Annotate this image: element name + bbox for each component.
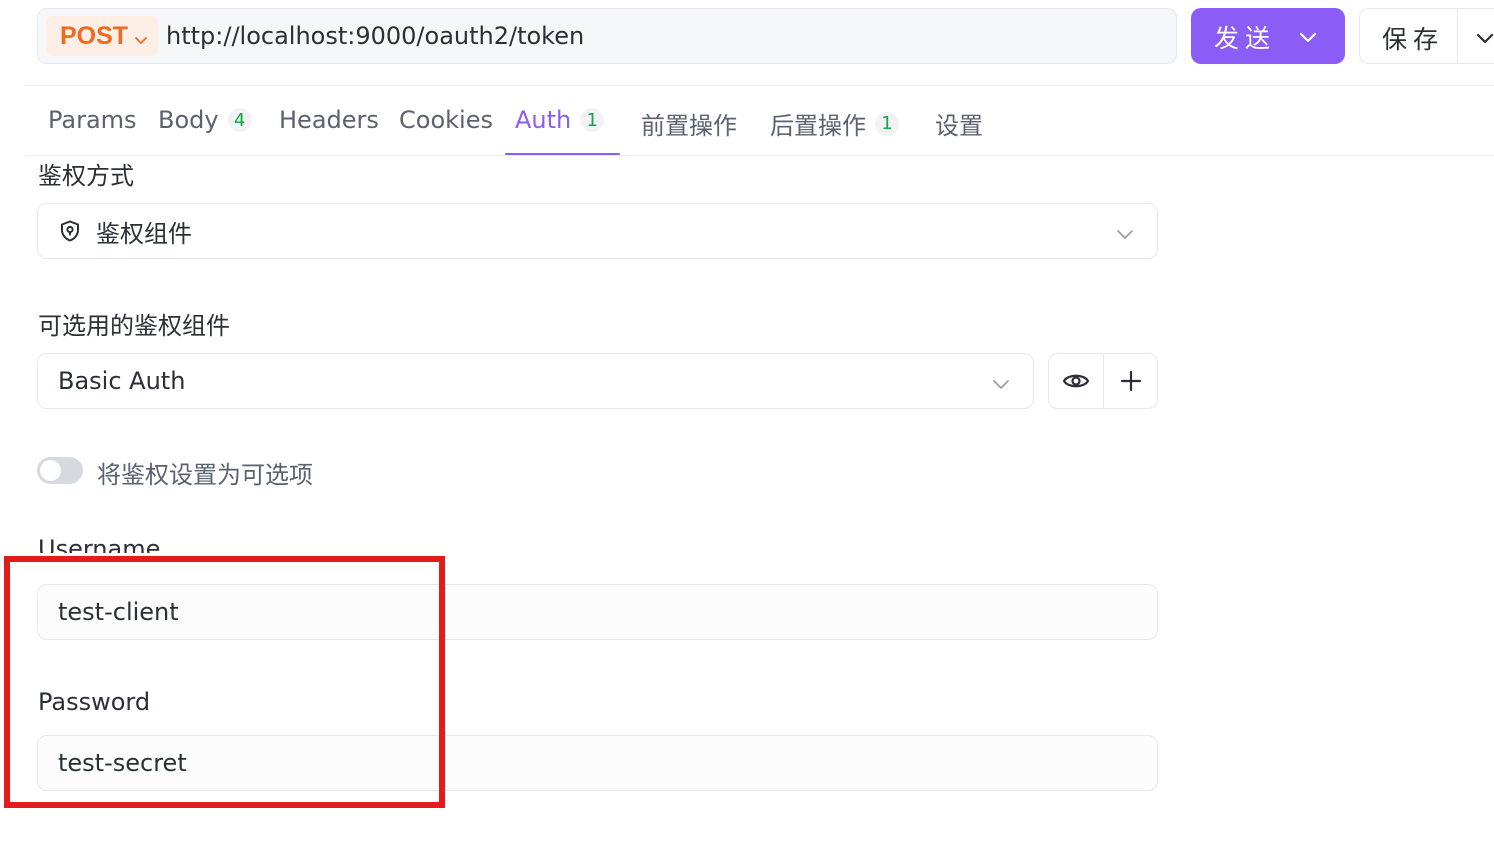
send-button-label: 发送 bbox=[1214, 24, 1277, 53]
url-bar: POST http://localhost:9000/oauth2/token bbox=[37, 8, 1177, 64]
shield-icon bbox=[58, 219, 82, 243]
chevron-down-icon[interactable] bbox=[1476, 30, 1494, 49]
chevron-down-icon bbox=[134, 31, 148, 50]
divider bbox=[25, 155, 1494, 156]
optional-auth-label: 将鉴权设置为可选项 bbox=[97, 461, 313, 489]
chevron-down-icon bbox=[1116, 226, 1134, 245]
tab-badge: 1 bbox=[580, 108, 605, 132]
send-button[interactable]: 发送 bbox=[1191, 8, 1345, 64]
tab-badge: 4 bbox=[227, 108, 252, 132]
eye-icon bbox=[1062, 371, 1090, 391]
auth-method-label: 鉴权方式 bbox=[38, 162, 134, 190]
tab-headers[interactable]: Headers bbox=[279, 106, 379, 134]
add-component-button[interactable] bbox=[1104, 354, 1158, 408]
tab-auth[interactable]: Auth 1 bbox=[515, 106, 605, 134]
auth-component-select[interactable]: Basic Auth bbox=[37, 353, 1034, 409]
divider bbox=[25, 85, 1494, 86]
save-button-label: 保存 bbox=[1382, 25, 1445, 54]
tab-cookies[interactable]: Cookies bbox=[399, 106, 493, 134]
save-button[interactable]: 保存 bbox=[1359, 8, 1494, 64]
url-input[interactable]: http://localhost:9000/oauth2/token bbox=[166, 22, 584, 50]
tab-badge: 1 bbox=[875, 111, 899, 136]
component-actions bbox=[1048, 353, 1158, 409]
optional-auth-toggle[interactable] bbox=[37, 457, 83, 484]
auth-component-label: 可选用的鉴权组件 bbox=[38, 312, 230, 340]
method-label: POST bbox=[60, 21, 129, 50]
method-select[interactable]: POST bbox=[46, 16, 158, 56]
save-divider bbox=[1457, 9, 1458, 63]
tab-params[interactable]: Params bbox=[48, 106, 137, 134]
username-label: Username bbox=[38, 535, 161, 553]
tab-pre-processors[interactable]: 前置操作 bbox=[641, 106, 737, 141]
auth-method-select[interactable]: 鉴权组件 bbox=[37, 203, 1158, 259]
auth-component-value: Basic Auth bbox=[58, 367, 186, 395]
chevron-down-icon[interactable] bbox=[1299, 29, 1317, 48]
auth-method-value: 鉴权组件 bbox=[96, 219, 192, 248]
tab-settings[interactable]: 设置 bbox=[935, 106, 983, 141]
view-component-button[interactable] bbox=[1049, 354, 1103, 408]
tab-post-processors[interactable]: 后置操作 1 bbox=[770, 106, 899, 141]
chevron-down-icon bbox=[992, 376, 1010, 395]
tab-body[interactable]: Body 4 bbox=[158, 106, 252, 134]
plus-icon bbox=[1120, 370, 1142, 392]
highlight-annotation-box bbox=[4, 556, 445, 808]
toggle-knob bbox=[40, 460, 61, 481]
